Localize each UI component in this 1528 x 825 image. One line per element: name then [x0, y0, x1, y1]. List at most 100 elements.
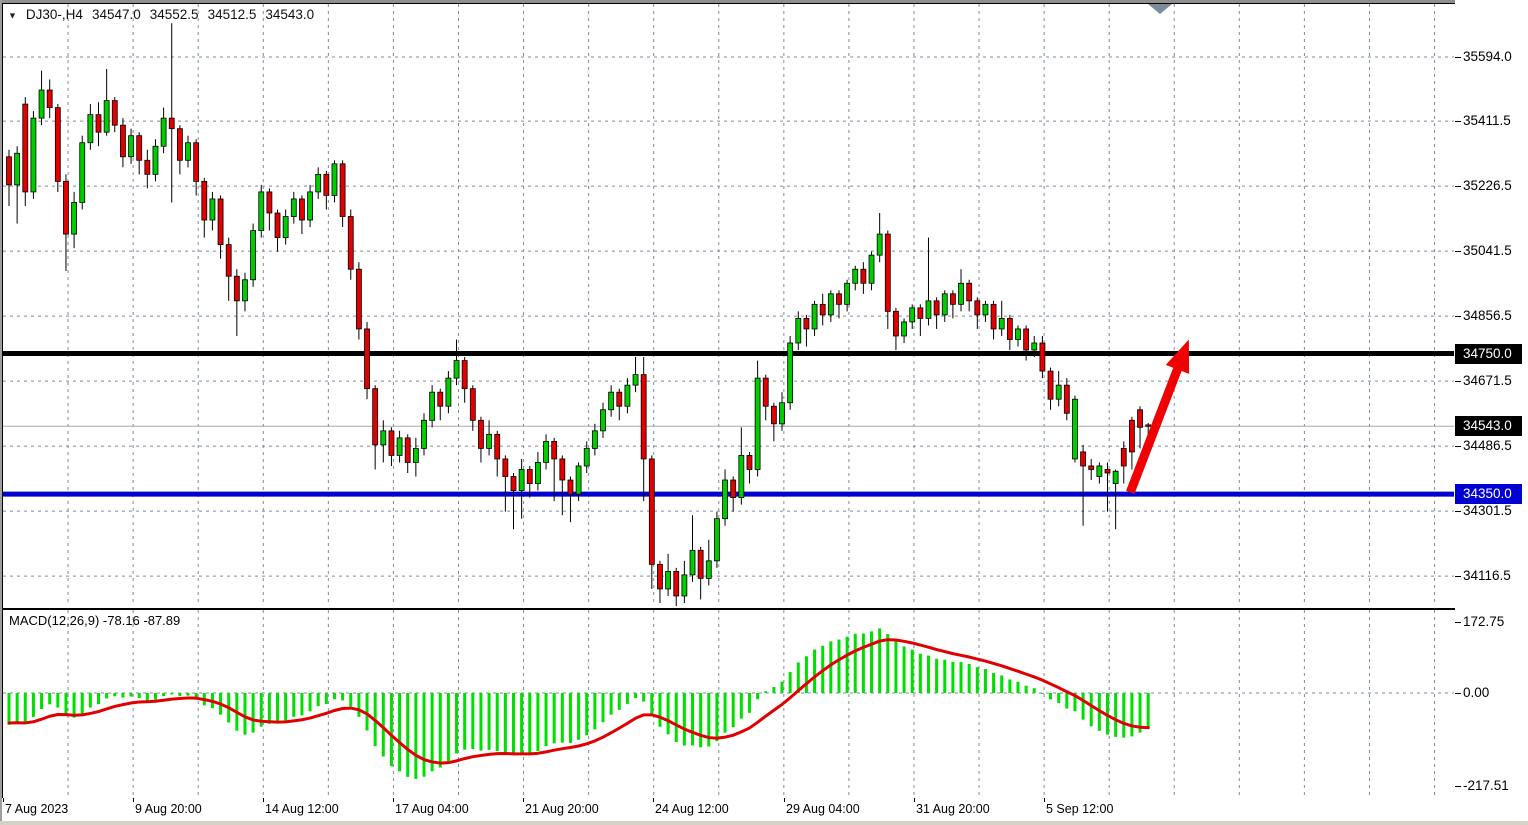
macd-histogram-bar [805, 656, 808, 693]
macd-histogram-bar [870, 631, 873, 693]
candle-body [657, 564, 662, 589]
candle-body [511, 477, 516, 491]
macd-histogram-bar [162, 693, 165, 696]
candle-body [731, 480, 736, 498]
macd-histogram-bar [569, 693, 572, 743]
macd-histogram-bar [1065, 693, 1068, 709]
macd-histogram-bar [138, 693, 141, 698]
quote-open: 34547.0 [92, 7, 141, 22]
candle-body [495, 434, 500, 459]
candle-body [812, 304, 817, 329]
macd-histogram-bar [349, 693, 352, 706]
candle-body [462, 361, 467, 389]
macd-histogram-bar [699, 693, 702, 747]
macd-histogram-bar [1033, 688, 1036, 693]
macd-histogram-bar [146, 693, 149, 700]
macd-histogram-bar [577, 693, 580, 740]
macd-histogram-bar [243, 693, 246, 735]
candle-body [910, 308, 915, 322]
macd-histogram-bar [300, 693, 303, 715]
candle-body [723, 480, 728, 519]
time-axis-tick [523, 798, 524, 802]
macd-histogram-bar [894, 641, 897, 693]
price-axis[interactable]: 35594.035411.535226.535041.534856.534671… [1455, 0, 1528, 821]
macd-histogram-bar [536, 693, 539, 751]
candle-body [153, 146, 158, 174]
candle-body [446, 378, 451, 406]
candle-body [145, 160, 150, 174]
macd-histogram-bar [455, 693, 458, 754]
macd-histogram-bar [520, 693, 523, 754]
price-tick-label: 34486.5 [1463, 438, 1512, 454]
candle-body [186, 143, 191, 161]
candle-body [601, 410, 606, 431]
macd-histogram-bar [715, 693, 718, 741]
candle-body [478, 420, 483, 448]
candle-body [739, 455, 744, 497]
candle-body [682, 575, 687, 596]
macd-histogram-bar [24, 693, 27, 724]
candle-body [381, 431, 386, 445]
macd-histogram-bar [960, 662, 963, 693]
candle-body [918, 308, 923, 319]
candle-body [535, 462, 540, 483]
macd-histogram-bar [691, 693, 694, 745]
macd-canvas[interactable] [3, 610, 1454, 797]
macd-histogram-bar [1090, 693, 1093, 726]
candle-body [1015, 329, 1020, 340]
macd-histogram-bar [488, 693, 491, 750]
macd-histogram-bar [154, 693, 157, 700]
bar-position-marker-icon[interactable] [1148, 4, 1172, 14]
time-axis-tick [784, 798, 785, 802]
macd-histogram-bar [130, 693, 133, 696]
macd-histogram-bar [813, 650, 816, 693]
macd-histogram-bar [317, 693, 320, 706]
macd-histogram-bar [1008, 679, 1011, 693]
price-tick-label: 34116.5 [1463, 568, 1511, 584]
macd-histogram-bar [398, 693, 401, 771]
time-axis-tick [3, 798, 4, 802]
macd-histogram-bar [357, 693, 360, 717]
candle-body [609, 392, 614, 410]
macd-histogram-bar [650, 693, 653, 715]
macd-indicator-pane[interactable] [2, 609, 1457, 800]
candle-body [771, 406, 776, 424]
candle-body [625, 385, 630, 406]
macd-histogram-bar [642, 693, 645, 702]
candle-body [836, 294, 841, 305]
candle-body [544, 441, 549, 462]
candle-body [674, 571, 679, 596]
macd-histogram-bar [984, 669, 987, 693]
macd-histogram-bar [585, 693, 588, 735]
macd-histogram-bar [479, 693, 482, 751]
macd-histogram-bar [1130, 693, 1133, 736]
candle-body [1129, 420, 1134, 452]
chevron-down-icon[interactable]: ▼ [8, 10, 17, 20]
candle-body [649, 459, 654, 564]
candle-body [1040, 343, 1045, 371]
candle-body [519, 469, 524, 490]
macd-histogram-bar [439, 693, 442, 768]
time-tick-label: 9 Aug 20:00 [135, 802, 202, 816]
candle-body [690, 550, 695, 575]
macd-histogram-bar [732, 693, 735, 727]
macd-histogram-bar [268, 693, 271, 724]
macd-histogram-bar [561, 693, 564, 743]
price-tick-label: 34856.5 [1463, 308, 1512, 324]
candle-body [104, 101, 109, 133]
price-axis-tick [1455, 381, 1461, 382]
candle-body [1048, 371, 1053, 399]
price-chart-pane[interactable] [2, 3, 1457, 609]
candle-body [299, 199, 304, 220]
trend-arrow-head[interactable] [1166, 339, 1189, 373]
macd-histogram-bar [1049, 693, 1052, 699]
level-price-badge: 34750.0 [1455, 344, 1522, 364]
current-price-badge: 34543.0 [1455, 416, 1522, 436]
candle-body [617, 392, 622, 406]
price-chart-canvas[interactable] [3, 4, 1454, 606]
time-axis[interactable]: 7 Aug 20239 Aug 20:0014 Aug 12:0017 Aug … [2, 798, 1455, 821]
candle-body [796, 318, 801, 343]
macd-histogram-bar [390, 693, 393, 766]
macd-histogram-bar [252, 693, 255, 733]
macd-histogram-bar [789, 672, 792, 693]
